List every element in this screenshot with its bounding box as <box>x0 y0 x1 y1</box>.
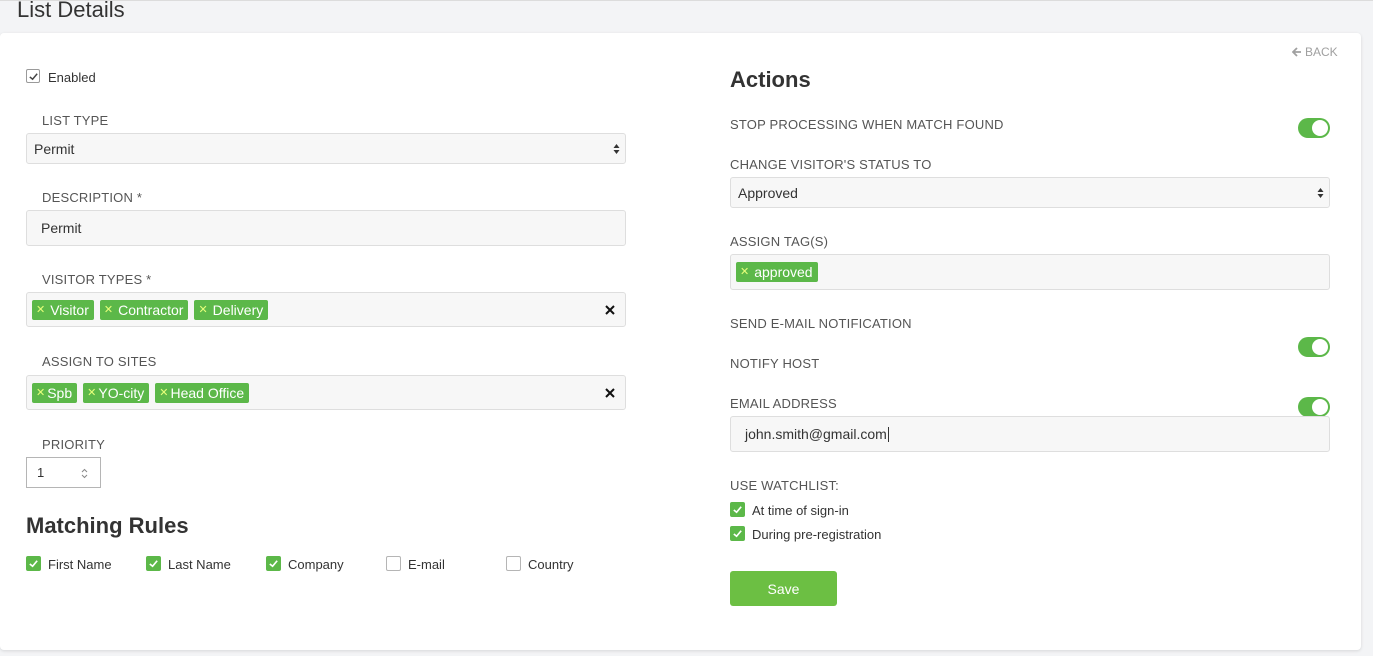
priority-stepper[interactable]: 1 <box>26 457 101 488</box>
rule-company-label: Company <box>288 557 344 572</box>
tag-visitor: ✕ Visitor <box>32 299 94 320</box>
tag-delivery: ✕ Delivery <box>194 299 269 320</box>
top-divider <box>0 0 1373 1</box>
back-label: BACK <box>1305 45 1338 59</box>
priority-label: PRIORITY <box>42 437 105 452</box>
tag-label: YO-city <box>98 384 145 401</box>
assign-tags-input[interactable]: ✕ approved <box>730 254 1330 290</box>
watchlist-sign-in-checkbox[interactable] <box>730 502 745 517</box>
remove-tag-icon[interactable]: ✕ <box>740 262 749 282</box>
save-button[interactable]: Save <box>730 571 837 606</box>
send-email-label: SEND E-MAIL NOTIFICATION <box>730 316 912 331</box>
assign-tags-label: ASSIGN TAG(S) <box>730 234 829 249</box>
remove-tag-icon[interactable]: ✕ <box>87 383 96 403</box>
tag-label: Delivery <box>212 301 264 318</box>
rule-country-checkbox[interactable] <box>506 556 521 571</box>
assign-sites-input[interactable]: ✕ Spb ✕ YO-city ✕ Head Office <box>26 375 626 410</box>
check-icon <box>733 530 742 538</box>
change-status-label: CHANGE VISITOR'S STATUS TO <box>730 157 932 172</box>
tag-yo-city: ✕ YO-city <box>83 382 150 403</box>
tag-label: Head Office <box>170 384 245 401</box>
list-type-select[interactable]: Permit <box>26 133 626 164</box>
rule-email-label: E-mail <box>408 557 445 572</box>
matching-rules-title: Matching Rules <box>26 513 189 538</box>
priority-value: 1 <box>37 465 45 480</box>
rule-first-name-label: First Name <box>48 557 112 572</box>
text-caret <box>887 426 889 442</box>
select-arrows-icon <box>613 143 620 154</box>
use-watchlist-label: USE WATCHLIST: <box>730 478 839 493</box>
remove-tag-icon[interactable]: ✕ <box>104 300 113 320</box>
watchlist-pre-registration-checkbox[interactable] <box>730 526 745 541</box>
actions-title: Actions <box>730 67 811 92</box>
remove-tag-icon[interactable]: ✕ <box>36 383 45 403</box>
tag-label: approved <box>754 264 813 280</box>
tag-spb: ✕ Spb <box>32 382 78 403</box>
toggle-knob <box>1312 339 1328 355</box>
select-arrows-icon <box>1317 187 1324 198</box>
send-email-toggle[interactable] <box>1298 337 1330 357</box>
notify-host-label: NOTIFY HOST <box>730 356 820 371</box>
check-icon <box>733 506 742 514</box>
change-status-select[interactable]: Approved <box>730 177 1330 208</box>
list-type-label: LIST TYPE <box>42 113 109 128</box>
rule-last-name-checkbox[interactable] <box>146 556 161 571</box>
check-icon <box>29 560 38 568</box>
rule-email-checkbox[interactable] <box>386 556 401 571</box>
tag-label: Contractor <box>118 301 184 318</box>
stop-processing-toggle[interactable] <box>1298 118 1330 138</box>
toggle-knob <box>1312 399 1328 415</box>
clear-all-icon[interactable] <box>605 304 615 315</box>
visitor-types-input[interactable]: ✕ Visitor ✕ Contractor ✕ Delivery <box>26 292 626 327</box>
stop-processing-label: STOP PROCESSING WHEN MATCH FOUND <box>730 117 1004 132</box>
rule-last-name-label: Last Name <box>168 557 231 572</box>
change-status-value: Approved <box>738 184 798 201</box>
watchlist-sign-in-label: At time of sign-in <box>752 503 849 518</box>
visitor-types-label: VISITOR TYPES * <box>42 272 152 287</box>
description-input[interactable]: Permit <box>26 210 626 246</box>
list-type-value: Permit <box>34 140 75 157</box>
enabled-checkbox[interactable] <box>26 69 40 83</box>
email-address-value: john.smith@gmail.com <box>745 426 887 442</box>
enabled-label: Enabled <box>48 70 96 85</box>
remove-tag-icon[interactable]: ✕ <box>159 383 168 403</box>
tag-head-office: ✕ Head Office <box>155 382 250 403</box>
arrow-left-icon <box>1292 47 1301 57</box>
check-icon <box>28 72 38 80</box>
email-address-label: EMAIL ADDRESS <box>730 396 837 411</box>
list-details-card: BACK Enabled LIST TYPE Permit DESCRIPTIO… <box>0 33 1361 650</box>
rule-first-name-checkbox[interactable] <box>26 556 41 571</box>
watchlist-pre-registration-label: During pre-registration <box>752 527 882 542</box>
toggle-knob <box>1312 120 1328 136</box>
tag-approved: ✕ approved <box>736 262 818 282</box>
tag-label: Visitor <box>50 301 89 318</box>
page-title: List Details <box>17 0 125 22</box>
check-icon <box>149 560 158 568</box>
notify-host-toggle[interactable] <box>1298 397 1330 417</box>
assign-sites-label: ASSIGN TO SITES <box>42 354 157 369</box>
stepper-arrows-icon[interactable] <box>81 468 88 479</box>
tag-contractor: ✕ Contractor <box>99 299 189 320</box>
remove-tag-icon[interactable]: ✕ <box>198 300 207 320</box>
tag-label: Spb <box>47 384 73 401</box>
rule-country-label: Country <box>528 557 574 572</box>
rule-company-checkbox[interactable] <box>266 556 281 571</box>
description-value: Permit <box>41 220 82 236</box>
clear-all-icon[interactable] <box>605 387 615 398</box>
description-label: DESCRIPTION * <box>42 190 143 205</box>
back-link[interactable]: BACK <box>1292 45 1338 59</box>
remove-tag-icon[interactable]: ✕ <box>36 300 45 320</box>
email-address-input[interactable]: john.smith@gmail.com <box>730 416 1330 452</box>
check-icon <box>269 560 278 568</box>
